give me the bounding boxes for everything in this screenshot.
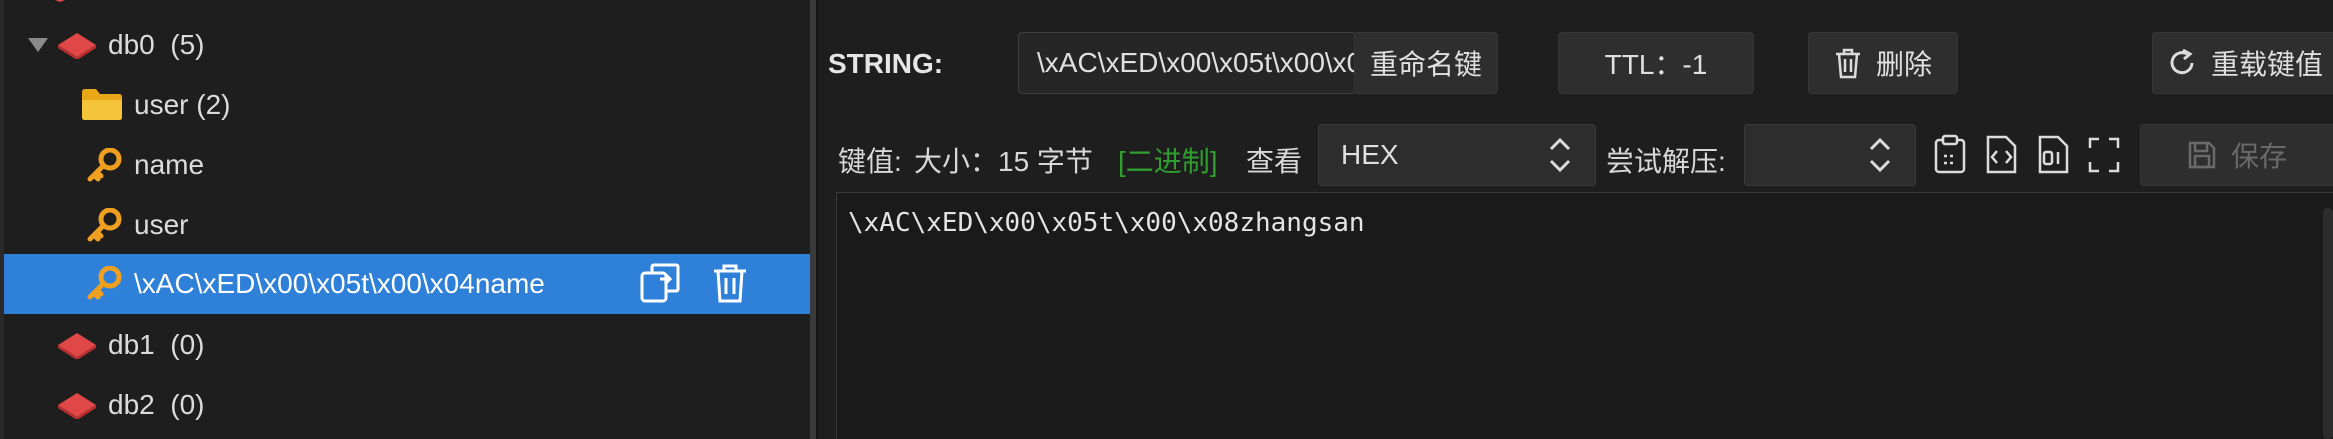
rename-label: 重命名键 (1369, 49, 1482, 80)
clipboard-icon[interactable] (1930, 134, 1970, 176)
view-label: 查看 (1246, 146, 1303, 177)
db-label: db0 (5) (108, 29, 205, 61)
db-label: db1 (0) (108, 329, 205, 361)
delete-label: 删除 (1875, 49, 1932, 80)
save-button[interactable]: 保存 (2140, 124, 2333, 186)
copy-icon[interactable] (638, 261, 682, 305)
db-name: db2 (108, 389, 155, 420)
key-label: \xAC\xED\x00\x05t\x00\x04name (134, 268, 545, 299)
ttl-button[interactable]: TTL：-1 (1558, 32, 1754, 94)
reload-icon (2170, 48, 2194, 75)
tree-folder-user[interactable]: user (2) (4, 76, 810, 134)
db-count: (0) (170, 329, 205, 360)
value-label: 键值: (838, 146, 902, 177)
db-name: db1 (108, 329, 155, 360)
key-icon (87, 266, 122, 300)
value-text: \xAC\xED\x00\x05t\x00\x08zhangsan (848, 208, 1365, 238)
ttl-label: TTL：-1 (1604, 49, 1708, 80)
reload-label: 重载键值 (2211, 49, 2324, 80)
binary-file-icon[interactable] (2034, 134, 2072, 176)
key-icon (87, 208, 122, 242)
updown-chevron-icon (1549, 137, 1571, 173)
fullscreen-icon[interactable] (2086, 134, 2122, 176)
expand-caret-icon[interactable] (28, 38, 48, 52)
key-label: user (134, 209, 189, 240)
tree-db-db2[interactable]: db2 (0) (4, 376, 810, 434)
db-count: (0) (170, 389, 205, 420)
trash-icon[interactable] (710, 261, 750, 305)
tree-key-selected[interactable]: \xAC\xED\x00\x05t\x00\x04name (4, 254, 810, 314)
tree-key-user[interactable]: user (4, 196, 810, 254)
size-label: 大小：15 字节 (914, 146, 1093, 177)
database-icon (58, 393, 96, 419)
reload-button[interactable]: 重载键值 (2152, 32, 2333, 94)
key-tree[interactable]: db0 (5) user (2) name user \xAC\xED\x00\… (0, 0, 812, 439)
trash-icon (1835, 48, 1860, 79)
key-icon (87, 148, 122, 182)
key-detail-panel: STRING: \xAC\xED\x00\x05t\x00\x04name 重命… (818, 0, 2333, 439)
view-format-select[interactable]: HEX (1318, 124, 1596, 186)
db-name: db0 (108, 29, 155, 60)
save-icon (2188, 141, 2216, 169)
database-icon (58, 33, 96, 59)
value-scrollbar[interactable] (2323, 208, 2333, 439)
db-count: (5) (170, 29, 205, 60)
type-label: STRING: (828, 48, 944, 79)
code-file-icon[interactable] (1982, 134, 2020, 176)
db-label: db2 (0) (108, 389, 205, 421)
save-label: 保存 (2230, 141, 2287, 172)
tree-db-db1[interactable]: db1 (0) (4, 316, 810, 374)
binary-tag: [二进制] (1118, 146, 1218, 177)
delete-button[interactable]: 删除 (1808, 32, 1958, 94)
tree-db-db0[interactable]: db0 (5) (4, 16, 810, 74)
row-actions (638, 254, 750, 312)
rename-button[interactable]: 重命名键 (1354, 32, 1498, 94)
decompress-select[interactable] (1744, 124, 1916, 186)
updown-chevron-icon (1869, 137, 1891, 173)
folder-label: user (2) (134, 89, 231, 120)
key-name-input[interactable]: \xAC\xED\x00\x05t\x00\x04name (1018, 32, 1448, 94)
view-format-value: HEX (1341, 139, 1399, 170)
key-label: name (134, 149, 205, 180)
database-icon (55, 0, 65, 2)
tree-key-name[interactable]: name (4, 136, 810, 194)
decompress-label: 尝试解压: (1606, 146, 1726, 177)
database-icon (58, 333, 96, 359)
folder-icon (82, 89, 122, 120)
